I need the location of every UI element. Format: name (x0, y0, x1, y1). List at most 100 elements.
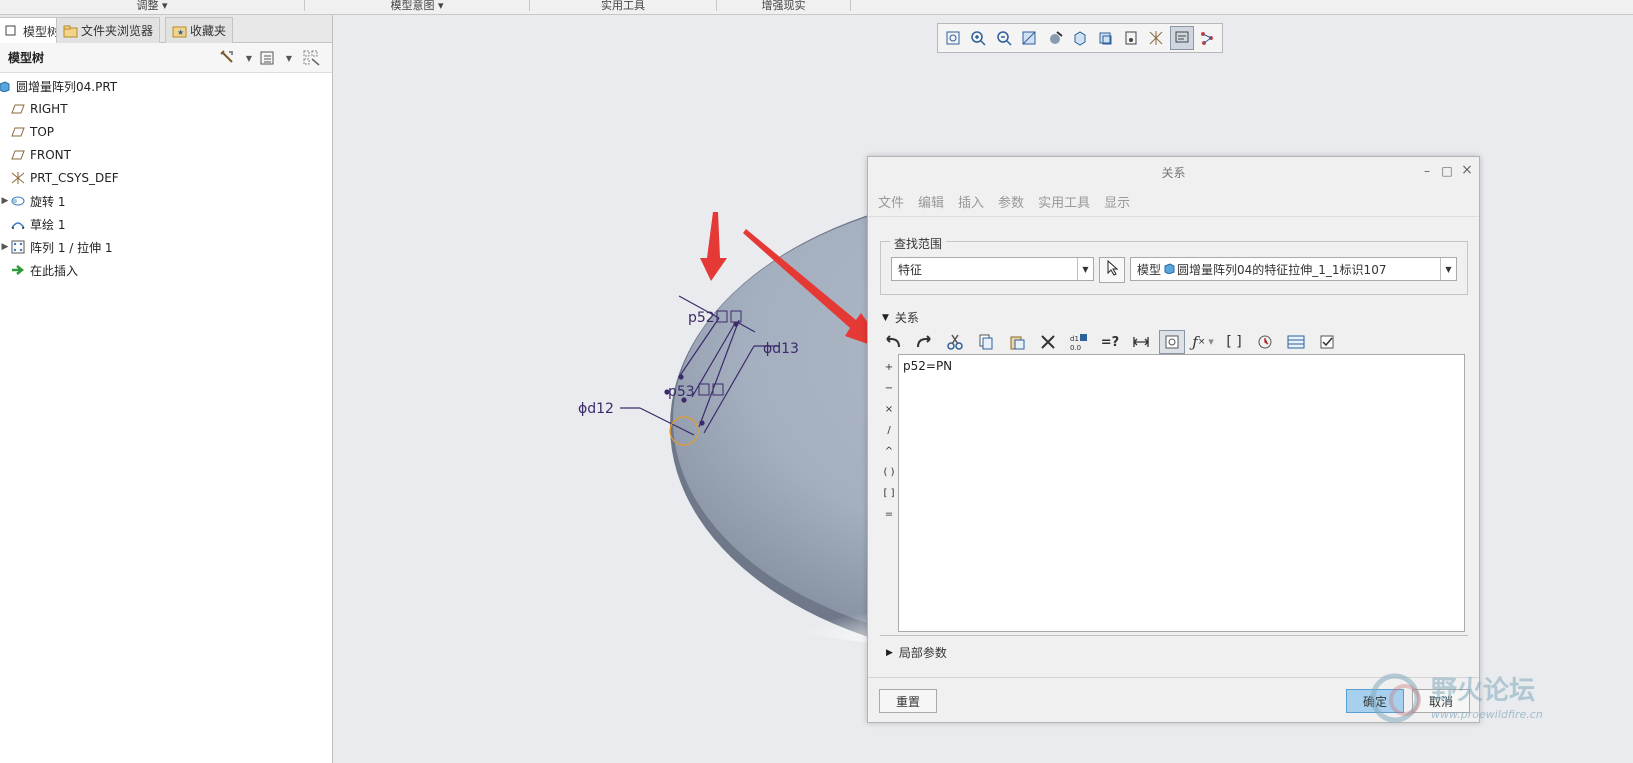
chevron-down-icon[interactable]: ▼ (1077, 258, 1093, 280)
operator-minus[interactable]: − (882, 378, 896, 399)
select-pointer-button[interactable] (1099, 257, 1125, 283)
show-list-icon[interactable] (258, 49, 276, 67)
tree-item-right[interactable]: RIGHT (10, 98, 68, 120)
scope-model-select[interactable]: 模型 圆增量阵列04的特征拉伸_1_1标识107 ▼ (1130, 257, 1457, 281)
cut-icon[interactable] (942, 330, 968, 354)
relations-section-header[interactable]: ▼ 关系 (882, 309, 919, 326)
filter-icon[interactable] (303, 49, 321, 67)
evaluate-icon[interactable]: =? (1097, 330, 1123, 354)
operator-brackets[interactable]: [ ] (882, 483, 896, 504)
annotation-display-icon[interactable] (1170, 26, 1194, 50)
collapse-triangle-icon: ▼ (882, 312, 889, 323)
close-icon[interactable]: × (1460, 162, 1474, 178)
csys-icon (10, 171, 26, 185)
tree-item-part[interactable]: 圆增量阵列04.PRT (0, 75, 117, 97)
chevron-down-icon[interactable]: ▼ (1440, 258, 1456, 280)
menu-parameters[interactable]: 参数 (998, 192, 1024, 211)
tree-item-label: 在此插入 (30, 263, 79, 278)
dim-label-d12[interactable]: ϕd12 (578, 401, 614, 417)
local-parameters-header[interactable]: ▶ 局部参数 (886, 644, 947, 661)
tree-settings-icon[interactable] (218, 49, 236, 67)
ribbon-group-adjust[interactable]: 调整 ▾ (0, 0, 305, 12)
zoom-out-icon[interactable] (992, 26, 1015, 50)
undo-icon[interactable] (880, 330, 906, 354)
verify-icon[interactable] (1314, 330, 1340, 354)
ribbon-group-label: 模型意图 ▾ (390, 0, 444, 12)
tree-item-csys[interactable]: PRT_CSYS_DEF (10, 167, 119, 189)
zoom-fit-icon[interactable] (941, 26, 964, 50)
operator-divide[interactable]: / (882, 420, 896, 441)
ribbon-bar: 调整 ▾ 模型意图 ▾ 实用工具 增强现实 (0, 0, 1633, 15)
ribbon-group-model-intent[interactable]: 模型意图 ▾ (305, 0, 530, 12)
datum-plane-icon (10, 125, 26, 139)
tab-favorites[interactable]: ★ 收藏夹 (165, 17, 234, 43)
expand-triangle-icon: ▶ (886, 647, 893, 658)
operator-equals[interactable]: = (882, 504, 896, 525)
dim-label-p53[interactable]: p53 (668, 384, 695, 400)
tree-item-label: TOP (30, 125, 55, 139)
spin-center-icon[interactable] (1196, 26, 1219, 50)
menu-insert[interactable]: 插入 (958, 192, 984, 211)
reset-button[interactable]: 重置 (879, 689, 937, 713)
chevron-down-icon[interactable]: ▼ (280, 49, 298, 67)
relations-editor[interactable]: p52=PN (898, 354, 1465, 632)
sort-relations-icon[interactable] (1252, 330, 1278, 354)
paste-icon[interactable] (1004, 330, 1030, 354)
tree-item-label: RIGHT (30, 102, 68, 116)
scope-type-value: 特征 (898, 262, 923, 277)
view-manager-icon[interactable] (1094, 26, 1117, 50)
dim-label-d13[interactable]: ϕd13 (763, 341, 799, 357)
function-icon[interactable]: ƒ × ▼ (1190, 330, 1216, 354)
delete-icon[interactable] (1035, 330, 1061, 354)
tree-header-title: 模型树 (8, 51, 45, 65)
copy-icon[interactable] (973, 330, 999, 354)
relations-toolbar: d1 0.0 =? ƒ × ▼ [ ] (880, 329, 1340, 355)
switch-dimension-icon[interactable]: d1 0.0 (1066, 330, 1092, 354)
display-style-icon[interactable] (1043, 26, 1066, 50)
tree-item-sketch[interactable]: 草绘 1 (10, 213, 65, 235)
datum-display-icon[interactable] (1145, 26, 1168, 50)
perspective-view-icon[interactable] (1119, 26, 1142, 50)
show-dimension-icon[interactable] (1128, 330, 1154, 354)
dim-label-p52[interactable]: p52 (688, 310, 715, 326)
relations-label: 关系 (894, 311, 919, 325)
tree-item-insert-here[interactable]: 在此插入 (10, 259, 78, 281)
menu-edit[interactable]: 编辑 (918, 192, 944, 211)
menu-display[interactable]: 显示 (1104, 192, 1130, 211)
panel-tabs: 模型树 文件夹浏览器 ★ 收藏夹 (0, 15, 332, 44)
tab-label: 文件夹浏览器 (81, 24, 154, 38)
highlight-icon[interactable] (1159, 330, 1185, 354)
zoom-in-icon[interactable] (966, 26, 989, 50)
maximize-icon[interactable]: □ (1440, 164, 1454, 178)
minimize-icon[interactable]: – (1420, 164, 1434, 178)
ribbon-group-ar[interactable]: 增强现实 (717, 0, 851, 12)
tree-item-revolve[interactable]: ▶ 旋转 1 (0, 190, 66, 212)
brackets-icon[interactable]: [ ] (1221, 330, 1247, 354)
saved-views-icon[interactable] (1068, 26, 1091, 50)
pattern-icon (10, 240, 26, 254)
expand-icon[interactable]: ▶ (0, 242, 10, 252)
dialog-title: 关系 (1161, 165, 1186, 180)
menu-file[interactable]: 文件 (878, 192, 904, 211)
operator-plus[interactable]: + (882, 357, 896, 378)
tree-item-front[interactable]: FRONT (10, 144, 71, 166)
operator-parentheses[interactable]: ( ) (882, 462, 896, 483)
tree-item-top[interactable]: TOP (10, 121, 54, 143)
tree-item-label: FRONT (30, 148, 71, 162)
ribbon-group-utilities[interactable]: 实用工具 (530, 0, 717, 12)
tree-item-label: 旋转 1 (30, 194, 66, 209)
parameter-table-icon[interactable] (1283, 330, 1309, 354)
left-panel: 模型树 文件夹浏览器 ★ 收藏夹 模型树 ▼ ▼ 圆增量阵列04.PRT RIG… (0, 15, 333, 763)
insert-here-icon (10, 263, 26, 277)
operator-multiply[interactable]: × (882, 399, 896, 420)
menu-utilities[interactable]: 实用工具 (1038, 192, 1090, 211)
tree-item-pattern[interactable]: ▶ 阵列 1 / 拉伸 1 (0, 236, 113, 258)
chevron-down-icon[interactable]: ▼ (240, 49, 258, 67)
tab-folder-browser[interactable]: 文件夹浏览器 (56, 17, 161, 43)
operator-power[interactable]: ^ (882, 441, 896, 462)
expand-icon[interactable]: ▶ (0, 196, 10, 206)
favorites-icon: ★ (172, 25, 187, 37)
scope-type-select[interactable]: 特征 ▼ (891, 257, 1094, 281)
repaint-icon[interactable] (1017, 26, 1040, 50)
redo-icon[interactable] (911, 330, 937, 354)
